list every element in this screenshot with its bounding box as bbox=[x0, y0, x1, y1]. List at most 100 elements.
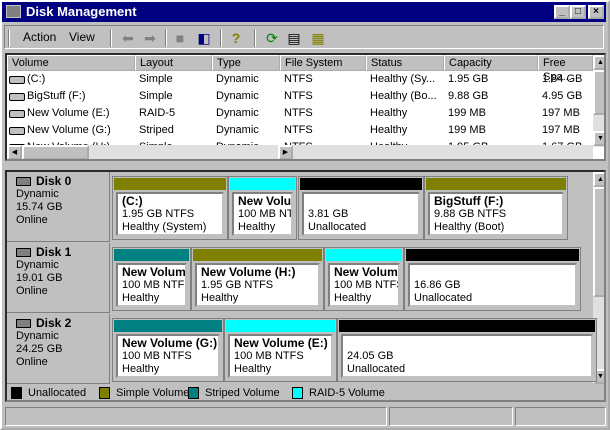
legend: Unallocated Simple Volume Striped Volume RA… bbox=[7, 384, 593, 400]
table-row[interactable]: New Volume (G:) Striped Dynamic NTFS Healthy… bbox=[7, 122, 593, 139]
partition-box: New Volume (G:) 100 MB NTFS Healthy bbox=[116, 334, 220, 378]
properties-icon[interactable]: ▤ bbox=[285, 29, 303, 47]
legend-label: RAID-5 Volume bbox=[309, 387, 385, 399]
table-cell: Healthy bbox=[370, 124, 408, 136]
disk-status: Online bbox=[16, 285, 48, 297]
disk-status: Online bbox=[16, 356, 48, 368]
table-row[interactable]: BigStuff (F:) Simple Dynamic NTFS Healthy (B… bbox=[7, 88, 593, 105]
partition-box: New Volume (E:) 100 MB NTFS Healthy bbox=[228, 334, 333, 378]
partition-simple[interactable]: BigStuff (F:) 9.88 GB NTFS Healthy (Boot) bbox=[424, 176, 568, 240]
partition-simple[interactable]: New Volume (H:) 1.95 GB NTFS Healthy bbox=[191, 247, 324, 311]
legend-swatch-raid5 bbox=[292, 387, 303, 399]
column-header[interactable]: Volume bbox=[7, 55, 135, 71]
partition-raid5[interactable]: New Volu 100 MB NT Healthy bbox=[228, 176, 297, 240]
partition-box: 3.81 GB Unallocated bbox=[302, 192, 420, 236]
partition-color-bar bbox=[300, 178, 422, 190]
disk-row[interactable]: Disk 1 Dynamic 19.01 GB Online New Volum 100 … bbox=[7, 243, 593, 314]
partition-status: Healthy bbox=[122, 363, 160, 375]
partition-striped[interactable]: New Volum 100 MB NTFS Healthy bbox=[112, 247, 191, 311]
partition-size: 24.05 GB bbox=[347, 350, 394, 362]
disk-name-text: Disk 0 bbox=[36, 174, 72, 188]
table-cell: Dynamic bbox=[216, 107, 259, 119]
folder-icon[interactable]: ■ bbox=[171, 29, 189, 47]
disk-label[interactable]: Disk 2 Dynamic 24.25 GB Online bbox=[7, 314, 110, 384]
maximize-button[interactable]: □ bbox=[570, 5, 586, 19]
table-cell: NTFS bbox=[284, 73, 313, 85]
column-header[interactable]: Layout bbox=[135, 55, 212, 71]
disk-row[interactable]: Disk 0 Dynamic 15.74 GB Online (C:) 1.95 GB N… bbox=[7, 172, 593, 243]
partition-status: Healthy bbox=[201, 292, 239, 304]
menu-action[interactable]: Action bbox=[23, 30, 56, 44]
scroll-thumb[interactable] bbox=[593, 70, 604, 115]
table-cell: 199 MB bbox=[448, 107, 486, 119]
table-cell: 9.88 GB bbox=[448, 90, 489, 102]
legend-label: Simple Volume bbox=[116, 387, 190, 399]
column-header[interactable]: Type bbox=[212, 55, 280, 71]
partition-box: (C:) 1.95 GB NTFS Healthy (System) bbox=[116, 192, 224, 236]
vertical-scrollbar[interactable]: ▲ ▼ bbox=[593, 55, 604, 147]
partition-status: Healthy bbox=[334, 292, 372, 304]
legend-label: Unallocated bbox=[28, 387, 87, 399]
show-hide-tree-icon[interactable]: ◧ bbox=[195, 29, 213, 47]
refresh-icon[interactable]: ⟳ bbox=[263, 29, 281, 47]
hscroll-thumb[interactable] bbox=[22, 145, 89, 159]
partition-box: New Volum 100 MB NTFS Healthy bbox=[328, 263, 400, 307]
disk-scroll-thumb[interactable] bbox=[593, 187, 604, 297]
partition-box: 16.86 GB Unallocated bbox=[408, 263, 577, 307]
disk-label[interactable]: Disk 1 Dynamic 19.01 GB Online bbox=[7, 243, 110, 313]
partition-color-bar bbox=[339, 320, 595, 332]
menu-view[interactable]: View bbox=[69, 30, 95, 44]
column-header[interactable]: File System bbox=[280, 55, 366, 71]
scroll-down-button[interactable]: ▼ bbox=[593, 131, 604, 146]
partition-size: 100 MB NTFS bbox=[334, 279, 400, 291]
table-cell: Simple bbox=[139, 73, 173, 85]
settings-icon[interactable]: ▦ bbox=[309, 29, 327, 47]
status-bar-section bbox=[389, 407, 513, 426]
table-cell: Healthy bbox=[370, 107, 408, 119]
partition-size: 100 MB NTFS bbox=[234, 350, 304, 362]
close-button[interactable]: × bbox=[588, 5, 604, 19]
scroll-right-button[interactable]: ▶ bbox=[278, 145, 293, 159]
partition-size: 100 MB NT bbox=[238, 208, 293, 220]
legend-swatch-simple bbox=[99, 387, 110, 399]
table-cell: 199 MB bbox=[448, 124, 486, 136]
partition-box: BigStuff (F:) 9.88 GB NTFS Healthy (Boot) bbox=[428, 192, 564, 236]
scroll-up-button[interactable]: ▲ bbox=[593, 55, 604, 70]
partition-raid5[interactable]: New Volume (E:) 100 MB NTFS Healthy bbox=[224, 318, 337, 382]
help-icon[interactable]: ? bbox=[227, 29, 245, 47]
table-cell: Healthy (Sy... bbox=[370, 73, 436, 85]
disk-status: Online bbox=[16, 214, 48, 226]
column-header[interactable]: Status bbox=[366, 55, 444, 71]
partition-unallocated[interactable]: 16.86 GB Unallocated bbox=[404, 247, 581, 311]
partition-simple[interactable]: (C:) 1.95 GB NTFS Healthy (System) bbox=[112, 176, 228, 240]
partition-unallocated[interactable]: 24.05 GB Unallocated bbox=[337, 318, 597, 382]
partition-striped[interactable]: New Volume (G:) 100 MB NTFS Healthy bbox=[112, 318, 224, 382]
partition-color-bar bbox=[114, 249, 189, 261]
column-header[interactable]: Capacity bbox=[444, 55, 538, 71]
partition-color-bar bbox=[114, 320, 222, 332]
partition-title bbox=[347, 337, 587, 350]
table-cell: Dynamic bbox=[216, 124, 259, 136]
horizontal-scrollbar[interactable]: ◀ ▶ bbox=[7, 145, 593, 159]
partition-title: New Volume (H:) bbox=[201, 265, 296, 279]
disk-row[interactable]: Disk 2 Dynamic 24.25 GB Online New Volume (G… bbox=[7, 314, 597, 385]
drive-icon bbox=[9, 93, 25, 101]
minimize-button[interactable]: _ bbox=[554, 5, 570, 19]
partition-unallocated[interactable]: 3.81 GB Unallocated bbox=[298, 176, 424, 240]
partition-raid5[interactable]: New Volum 100 MB NTFS Healthy bbox=[324, 247, 404, 311]
disk-icon bbox=[16, 177, 31, 186]
forward-arrow-icon[interactable]: ➡ bbox=[141, 29, 159, 47]
partition-box: 24.05 GB Unallocated bbox=[341, 334, 593, 378]
table-cell: BigStuff (F:) bbox=[27, 90, 86, 102]
back-arrow-icon[interactable]: ⬅ bbox=[119, 29, 137, 47]
disk-scroll-up-button[interactable]: ▲ bbox=[593, 172, 604, 187]
scroll-left-button[interactable]: ◀ bbox=[7, 145, 22, 159]
table-row[interactable]: (C:) Simple Dynamic NTFS Healthy (Sy... 1.95 … bbox=[7, 71, 593, 88]
status-bar-section bbox=[515, 407, 606, 426]
table-cell: 1.84 GB bbox=[542, 73, 583, 85]
partition-status: Unallocated bbox=[308, 221, 367, 233]
column-header[interactable]: Free Spa... bbox=[538, 55, 593, 83]
partition-size: 3.81 GB bbox=[308, 208, 349, 220]
disk-label[interactable]: Disk 0 Dynamic 15.74 GB Online bbox=[7, 172, 110, 242]
table-row[interactable]: New Volume (E:) RAID-5 Dynamic NTFS Healthy 1… bbox=[7, 105, 593, 122]
